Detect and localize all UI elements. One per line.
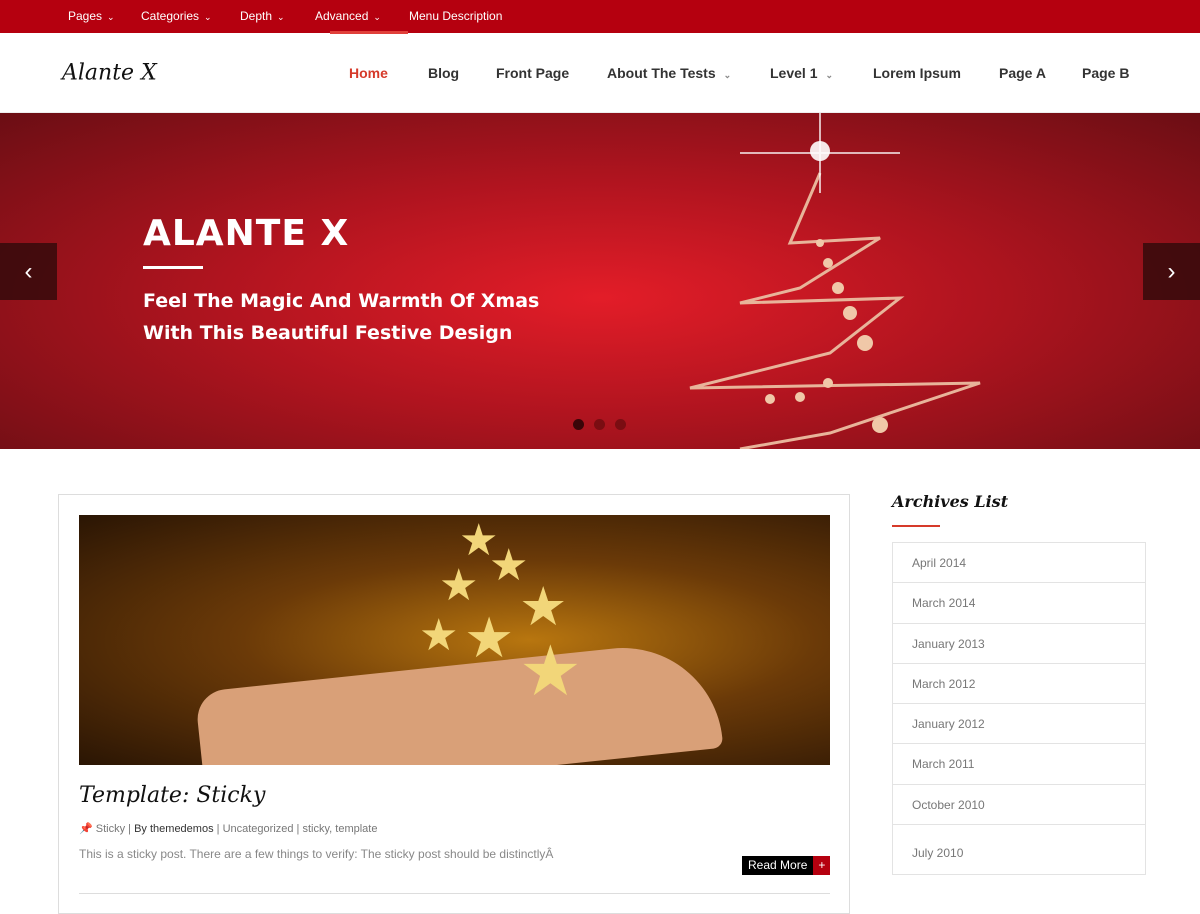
top-menu-advanced[interactable]: Advanced ⌄: [315, 0, 381, 33]
top-menu-categories[interactable]: Categories ⌄: [141, 0, 212, 33]
site-header: Alante X Home Blog Front Page About The …: [0, 33, 1200, 113]
hero-subtitle: Feel The Magic And Warmth Of Xmas With Th…: [143, 285, 539, 349]
menu-label: Advanced: [315, 9, 369, 23]
site-logo[interactable]: Alante X: [62, 61, 157, 86]
menu-label: Pages: [68, 9, 103, 23]
hero-line: With This Beautiful Festive Design: [143, 322, 513, 344]
hero-divider: [143, 266, 203, 269]
chevron-down-icon: ⌄: [204, 12, 212, 22]
post-title[interactable]: Template: Sticky: [79, 783, 265, 808]
slide-dot[interactable]: [594, 419, 605, 430]
top-menu-bar: Pages ⌄ Categories ⌄ Depth ⌄ Advanced ⌄ Menu…: [0, 0, 1200, 34]
archive-link[interactable]: March 2011: [893, 744, 1145, 785]
chevron-down-icon: ⌄: [277, 12, 285, 22]
archives-list: April 2014 March 2014 January 2013 March…: [892, 542, 1146, 876]
hero-slider: ALANTE X Feel The Magic And Warmth Of Xm…: [0, 113, 1200, 449]
slide-dot[interactable]: [573, 419, 584, 430]
menu-label: Categories: [141, 9, 200, 23]
post-meta: 📌 Sticky | By themedemos | Uncategorized…: [79, 823, 378, 835]
archive-link[interactable]: January 2012: [893, 704, 1145, 745]
archive-link[interactable]: March 2014: [893, 583, 1145, 624]
archive-link[interactable]: April 2014: [893, 543, 1145, 584]
nav-lorem-ipsum[interactable]: Lorem Ipsum: [873, 33, 961, 113]
nav-page-b[interactable]: Page B: [1082, 33, 1129, 113]
nav-about-the-tests[interactable]: About The Tests ⌄: [607, 33, 731, 113]
post-tags[interactable]: sticky, template: [302, 823, 377, 835]
read-more-button[interactable]: Read More +: [742, 856, 831, 875]
next-slide-button[interactable]: ›: [1143, 243, 1200, 300]
nav-label: About The Tests: [607, 65, 716, 81]
christmas-tree-graphic: [689, 113, 981, 449]
slide-dot[interactable]: [615, 419, 626, 430]
archive-link[interactable]: January 2013: [893, 624, 1145, 664]
nav-home[interactable]: Home: [349, 33, 388, 113]
prev-slide-button[interactable]: ‹: [0, 243, 57, 300]
divider: [79, 893, 830, 894]
chevron-down-icon: ⌄: [373, 12, 381, 22]
read-more-label: Read More: [742, 856, 814, 875]
star-icon: ★: [439, 561, 479, 610]
hero-title: ALANTE X: [143, 213, 350, 254]
hero-line: Feel The Magic And Warmth Of Xmas: [143, 290, 540, 312]
post-category[interactable]: Uncategorized: [223, 823, 294, 835]
nav-blog[interactable]: Blog: [428, 33, 459, 113]
star-icon: ★: [419, 611, 459, 660]
post-author[interactable]: By themedemos: [134, 823, 213, 835]
nav-level-1[interactable]: Level 1 ⌄: [770, 33, 833, 113]
chevron-down-icon: ⌄: [723, 70, 732, 80]
chevron-left-icon: ‹: [24, 258, 33, 285]
chevron-down-icon: ⌄: [825, 70, 834, 80]
archive-link[interactable]: October 2010: [893, 785, 1145, 826]
widget-title-underline: [892, 525, 940, 527]
chevron-right-icon: ›: [1167, 258, 1176, 285]
chevron-down-icon: ⌄: [107, 12, 115, 22]
star-icon: ★: [519, 577, 568, 637]
menu-label: Depth: [240, 9, 273, 23]
nav-page-a[interactable]: Page A: [999, 33, 1046, 113]
post-card: ★ ★ ★ ★ ★ ★ ★ Template: Sticky 📌 Sticky …: [58, 494, 850, 914]
plus-icon: +: [813, 856, 831, 875]
top-menu-depth[interactable]: Depth ⌄: [240, 0, 285, 33]
star-icon: ★: [464, 606, 515, 669]
sticky-label: Sticky: [95, 823, 126, 835]
slider-pagination: [573, 419, 626, 430]
top-menu-menu-description[interactable]: Menu Description: [409, 0, 502, 33]
nav-label: Level 1: [770, 65, 818, 81]
star-icon: ★: [519, 632, 582, 710]
nav-front-page[interactable]: Front Page: [496, 33, 569, 113]
archive-link[interactable]: March 2012: [893, 664, 1145, 705]
pin-icon: 📌: [79, 823, 93, 835]
top-menu-pages[interactable]: Pages ⌄: [68, 0, 115, 33]
post-excerpt: This is a sticky post. There are a few t…: [79, 847, 554, 861]
hand-graphic: [194, 638, 724, 765]
post-featured-image[interactable]: ★ ★ ★ ★ ★ ★ ★: [79, 515, 830, 765]
archive-link[interactable]: July 2010: [893, 825, 1145, 874]
archives-widget-title: Archives List: [892, 492, 1009, 511]
